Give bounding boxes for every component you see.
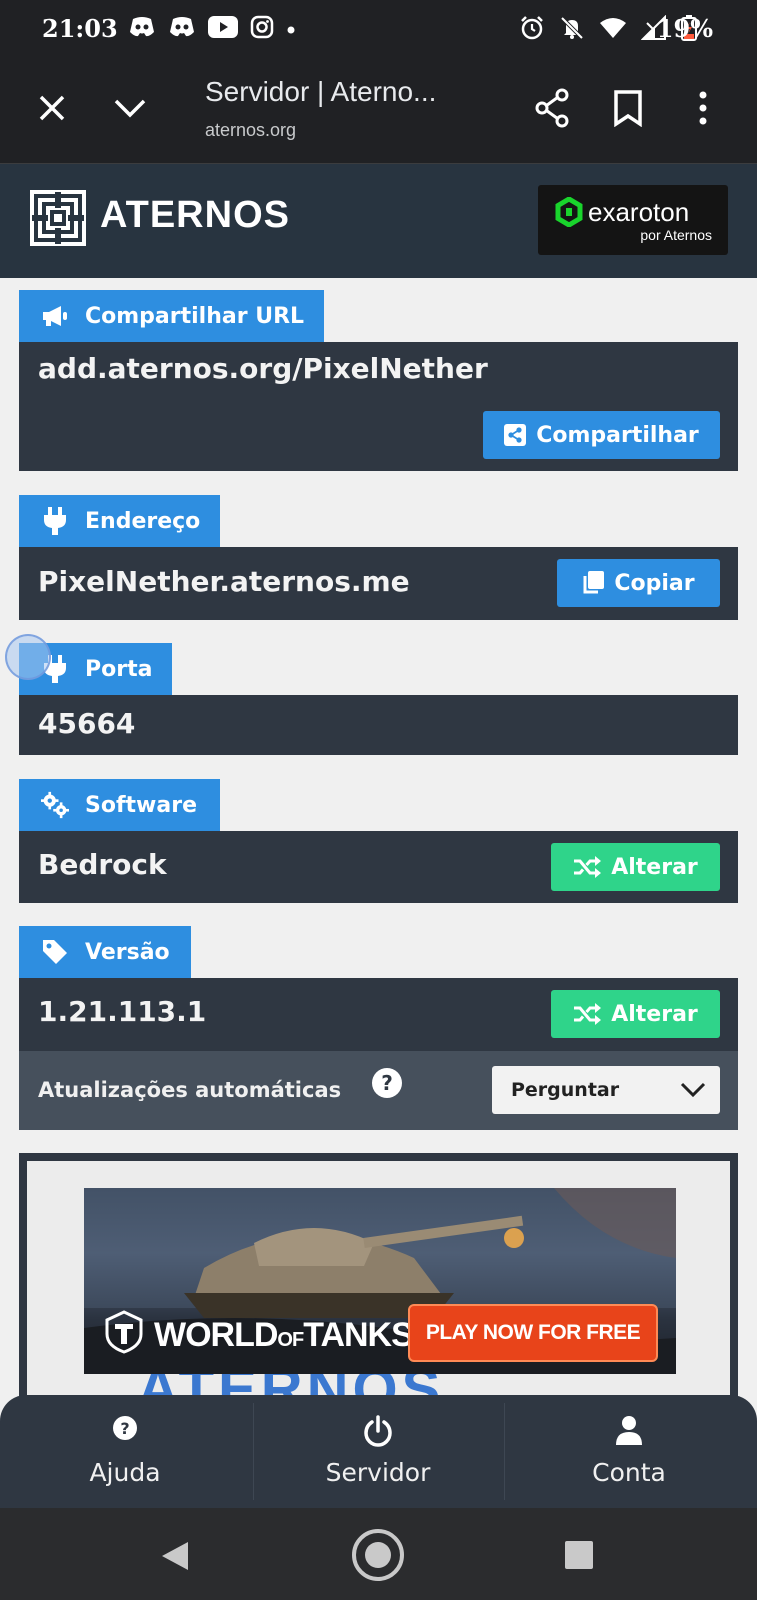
auto-updates-row: Atualizações automáticas ? Perguntar [19,1051,738,1130]
gears-icon [41,791,69,819]
share-button[interactable] [528,84,576,132]
exaroton-logo-icon [555,197,583,227]
browser-toolbar: Servidor | Aterno... aternos.org [0,58,757,164]
power-icon [364,1415,392,1447]
version-tag: Versão [19,926,191,978]
minimize-button[interactable] [106,84,154,132]
more-options-button[interactable] [679,84,727,132]
version-value: 1.21.113.1 [38,995,207,1028]
nav-account-label: Conta [592,1458,666,1487]
user-icon [616,1416,642,1445]
nav-server[interactable]: Servidor [253,1395,503,1508]
svg-text:?: ? [120,1419,129,1438]
plug-icon [41,507,69,535]
address-label: Endereço [85,508,201,534]
exaroton-name: exaroton [588,197,690,227]
copy-address-button[interactable]: Copiar [557,559,720,607]
alarm-icon [519,15,545,45]
system-navigation-bar [0,1508,757,1600]
help-circle-icon: ? [113,1416,137,1440]
port-panel: 45664 [19,695,738,755]
share-url-tag: Compartilhar URL [19,290,324,342]
change-version-button[interactable]: Alterar [551,990,720,1038]
bookmark-button[interactable] [604,84,652,132]
wot-logo-icon [105,1310,143,1354]
software-tag: Software [19,779,220,831]
wifi-icon [599,16,627,44]
play-now-button[interactable]: PLAY NOW FOR FREE [408,1304,658,1362]
auto-updates-label: Atualizações automáticas [38,1078,342,1102]
address-tag: Endereço [19,495,220,547]
page-title: Servidor | Aterno... [205,76,437,107]
ad-frame: ATERNOS WORLDOFTANKS PLAY NOW FOR FREE [19,1153,738,1413]
touch-indicator [5,634,51,680]
chevron-down-icon [114,99,146,118]
change-software-button[interactable]: Alterar [551,843,720,891]
nav-server-label: Servidor [325,1458,431,1487]
status-bar: 21:03 19% [0,0,757,58]
address-value[interactable]: PixelNether.aternos.me [38,565,410,598]
share-url-value[interactable]: add.aternos.org/PixelNether [38,352,488,385]
youtube-icon [208,16,238,42]
share-url-button-label: Compartilhar [536,422,699,448]
chevron-down-icon [680,1082,706,1098]
share-square-icon [504,424,527,446]
dot-icon [286,20,296,39]
discord-icon [168,15,196,43]
auto-updates-select[interactable]: Perguntar [492,1066,720,1114]
bookmark-icon [614,90,642,127]
version-label: Versão [85,939,170,965]
share-url-button[interactable]: Compartilhar [483,411,720,459]
instagram-icon [250,15,274,43]
software-value: Bedrock [38,848,167,881]
bell-off-icon [559,15,585,45]
nav-account[interactable]: Conta [504,1395,754,1508]
change-software-label: Alterar [611,854,698,880]
version-panel: 1.21.113.1 Alterar [19,978,738,1051]
nav-help-label: Ajuda [89,1458,161,1487]
clock: 21:03 [42,14,118,43]
change-version-label: Alterar [611,1001,698,1027]
close-tab-button[interactable] [28,84,76,132]
port-value[interactable]: 45664 [38,707,135,740]
exaroton-subtitle: por Aternos [640,227,712,243]
shuffle-icon [574,856,602,878]
home-icon[interactable] [351,1528,405,1582]
auto-updates-value: Perguntar [511,1079,620,1101]
discord-icon [128,15,156,43]
share-url-panel: add.aternos.org/PixelNether Compartilhar [19,342,738,471]
copy-icon [583,571,605,594]
copy-button-label: Copiar [614,570,695,596]
address-panel: PixelNether.aternos.me Copiar [19,547,738,620]
software-panel: Bedrock Alterar [19,831,738,903]
close-icon [39,95,65,121]
site-header: ATERNOS exaroton por Aternos [0,164,757,278]
more-vert-icon [699,91,707,125]
brand-name[interactable]: ATERNOS [100,194,290,237]
tag-icon [41,938,69,966]
help-icon[interactable]: ? [372,1068,402,1098]
share-url-label: Compartilhar URL [85,303,305,329]
page-url: aternos.org [205,120,297,140]
aternos-logo-icon[interactable] [30,190,86,246]
nav-help[interactable]: ? Ajuda [0,1395,250,1508]
ad-banner[interactable]: WORLDOFTANKS PLAY NOW FOR FREE [84,1188,676,1374]
exaroton-badge[interactable]: exaroton por Aternos [538,185,728,255]
battery-percent: 19% [656,14,713,43]
shuffle-icon [574,1003,602,1025]
software-label: Software [85,792,197,818]
recents-icon[interactable] [565,1541,593,1569]
bottom-nav: ? Ajuda Servidor Conta [0,1395,757,1508]
share-icon [535,88,569,128]
back-icon[interactable] [160,1540,190,1572]
port-label: Porta [85,656,153,682]
megaphone-icon [41,302,69,330]
ad-brand: WORLDOFTANKS [154,1316,414,1354]
